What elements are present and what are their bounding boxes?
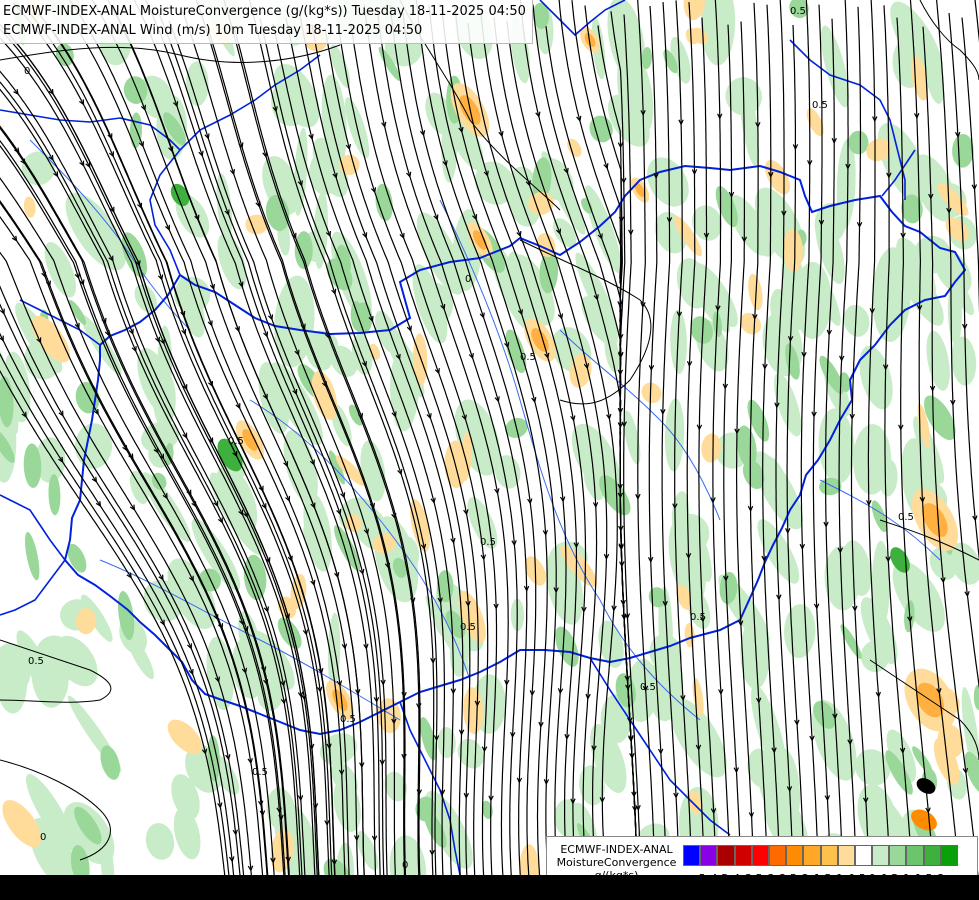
contour-label: 0.5: [460, 622, 476, 633]
contour-label: 0.5: [690, 612, 706, 623]
legend-swatch: [820, 845, 838, 866]
contour-label: 0.5: [228, 436, 244, 447]
legend-swatch: [872, 845, 890, 866]
legend-swatch: [940, 845, 958, 866]
contour-label: 0.5: [640, 682, 656, 693]
title-line-wind: ECMWF-INDEX-ANAL Wind (m/s) 10m Tuesday …: [3, 23, 423, 38]
contour-label: 0: [40, 832, 46, 843]
legend-variable: MoistureConvergence: [556, 856, 677, 869]
contour-label: 0: [465, 274, 471, 285]
legend-swatch: [803, 845, 821, 866]
contour-label: 0.5: [520, 352, 536, 363]
map-title-box: ECMWF-INDEX-ANAL MoistureConvergence (g/…: [0, 0, 533, 44]
legend-swatch: [923, 845, 941, 866]
contour-label: 0.5: [812, 100, 828, 111]
legend-swatch: [854, 845, 873, 866]
contour-label: 0.5: [790, 6, 806, 17]
contour-label: 0: [24, 66, 30, 77]
legend-model: ECMWF-INDEX-ANAL: [560, 843, 673, 856]
legend-swatch: [768, 845, 787, 866]
map-svg: 0.5 0.5 0.5 0.5 0.5 0.5 0.5 0.5 0.5 0.5 …: [0, 0, 979, 900]
legend-swatch: [700, 845, 718, 866]
contour-label: 0: [402, 860, 408, 871]
contour-label: 0.5: [28, 656, 44, 667]
legend-swatch: [751, 845, 769, 866]
legend-swatches: [683, 845, 958, 866]
legend-swatch: [683, 845, 701, 866]
contour-label: 0.5: [340, 714, 356, 725]
legend-swatch: [837, 845, 855, 866]
legend-swatch: [734, 845, 752, 866]
map-canvas: 0.5 0.5 0.5 0.5 0.5 0.5 0.5 0.5 0.5 0.5 …: [0, 0, 979, 900]
legend-swatch: [889, 845, 907, 866]
contour-label: 0.5: [898, 512, 914, 523]
contour-label: 0.5: [252, 767, 268, 778]
legend-swatch: [717, 845, 735, 866]
legend-swatch: [906, 845, 924, 866]
legend-swatch: [786, 845, 804, 866]
contour-label: 0.5: [480, 537, 496, 548]
title-line-moisture: ECMWF-INDEX-ANAL MoistureConvergence (g/…: [3, 4, 526, 19]
bottom-bar: [0, 875, 979, 900]
